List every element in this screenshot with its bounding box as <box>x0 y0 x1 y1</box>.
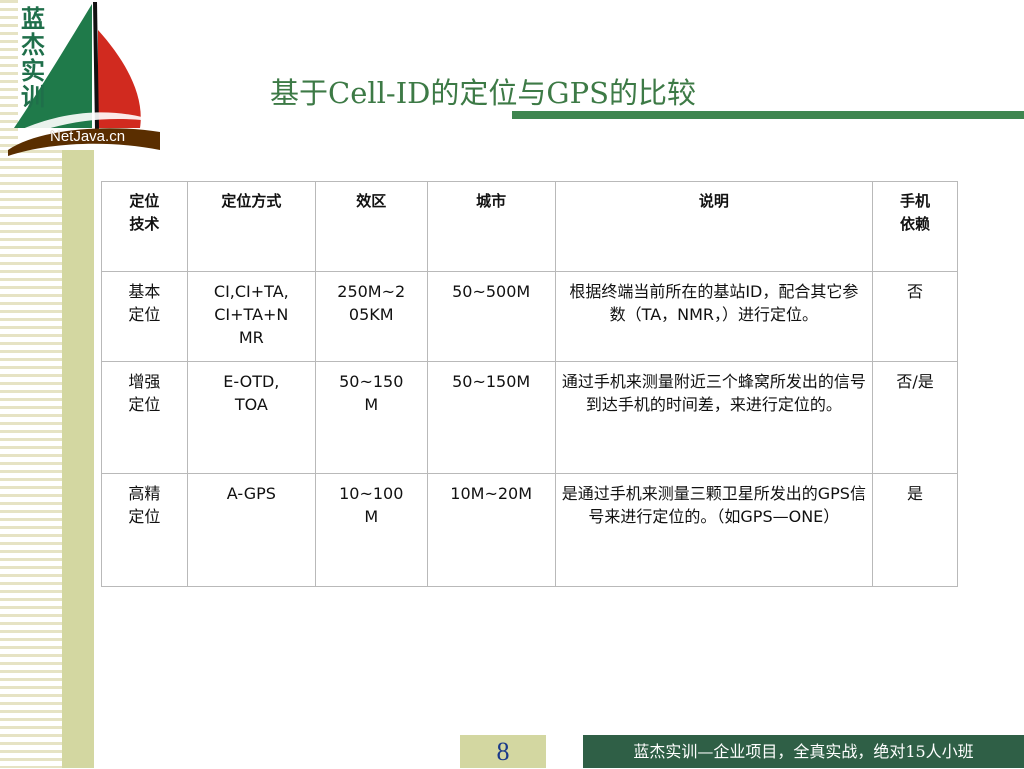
table-cell: 50~500M <box>426 271 556 362</box>
table-cell: 增强 定位 <box>101 361 188 474</box>
logo-char: 蓝 <box>21 4 45 33</box>
table-row: 基本 定位 CI,CI+TA, CI+TA+N MR 250M~2 05KM 5… <box>101 271 958 362</box>
table-row: 高精 定位 A-GPS 10~100 M 10M~20M 是通过手机来测量三颗卫… <box>101 473 958 587</box>
logo-url-text: NetJava.cn <box>50 128 126 145</box>
table-cell-description: 通过手机来测量附近三个蜂窝所发出的信号到达手机的时间差，来进行定位的。 <box>554 361 874 474</box>
netjava-logo: 蓝 杰 实 训 NetJava.cn <box>0 0 165 158</box>
header-cell: 说明 <box>554 181 874 272</box>
left-green-band <box>62 150 94 768</box>
table-row: 增强 定位 E-OTD, TOA 50~150 M 50~150M 通过手机来测… <box>101 361 958 474</box>
logo-char: 杰 <box>21 30 45 59</box>
table-cell: 50~150M <box>426 361 556 474</box>
header-cell: 定位 技术 <box>101 181 188 272</box>
table-cell: A-GPS <box>186 473 316 587</box>
logo-char: 训 <box>21 82 45 111</box>
logo-vertical-text: 蓝 杰 实 训 <box>18 6 48 110</box>
table-cell: 50~150 M <box>314 361 428 474</box>
table-cell-description: 根据终端当前所在的基站ID，配合其它参数（TA，NMR，）进行定位。 <box>554 271 874 362</box>
table-cell: CI,CI+TA, CI+TA+N MR <box>186 271 316 362</box>
footer-banner: 蓝杰实训—企业项目，全真实战，绝对15人小班 <box>583 735 1024 768</box>
logo-char: 实 <box>21 56 45 85</box>
comparison-table: 定位 技术 定位方式 效区 城市 说明 手机 依赖 基本 定位 CI,CI+TA… <box>101 181 958 587</box>
table-cell-description: 是通过手机来测量三颗卫星所发出的GPS信号来进行定位的。（如GPS—ONE） <box>554 473 874 587</box>
header-cell: 效区 <box>314 181 428 272</box>
table-cell: 否/是 <box>872 361 958 474</box>
page-number: 8 <box>460 735 546 768</box>
table-cell: 是 <box>872 473 958 587</box>
table-cell: E-OTD, TOA <box>186 361 316 474</box>
slide-title: 基于Cell-ID的定位与GPS的比较 <box>270 76 696 110</box>
header-cell: 定位方式 <box>186 181 316 272</box>
header-cell: 手机 依赖 <box>872 181 958 272</box>
header-cell: 城市 <box>426 181 556 272</box>
table-header-row: 定位 技术 定位方式 效区 城市 说明 手机 依赖 <box>101 181 958 272</box>
table-cell: 基本 定位 <box>101 271 188 362</box>
title-underline <box>512 111 1024 119</box>
table-cell: 否 <box>872 271 958 362</box>
table-cell: 10M~20M <box>426 473 556 587</box>
left-stripe-decoration <box>0 150 62 768</box>
table-cell: 250M~2 05KM <box>314 271 428 362</box>
table-cell: 高精 定位 <box>101 473 188 587</box>
table-cell: 10~100 M <box>314 473 428 587</box>
